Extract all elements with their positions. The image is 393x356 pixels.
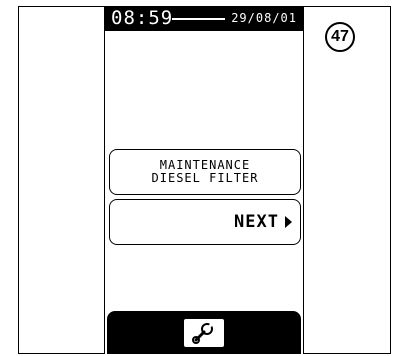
next-button-label: NEXT [234,212,279,232]
next-button[interactable]: NEXT [109,199,301,245]
status-bar: 08:59 29/08/01 [105,6,303,31]
right-triangle-icon [285,216,292,228]
clock-date: 29/08/01 [231,11,297,25]
page-number-badge: 47 [325,22,355,52]
device-screen: 08:59 29/08/01 MAINTENANCE DIESEL FILTER… [104,6,304,354]
wrench-icon [192,322,214,344]
bottom-toolbar [107,311,301,354]
message-line-2: DIESEL FILTER [151,171,259,185]
maintenance-message: MAINTENANCE DIESEL FILTER [109,149,301,195]
wrench-button[interactable] [182,317,226,349]
separator-line [172,18,225,20]
clock-time: 08:59 [111,7,174,29]
